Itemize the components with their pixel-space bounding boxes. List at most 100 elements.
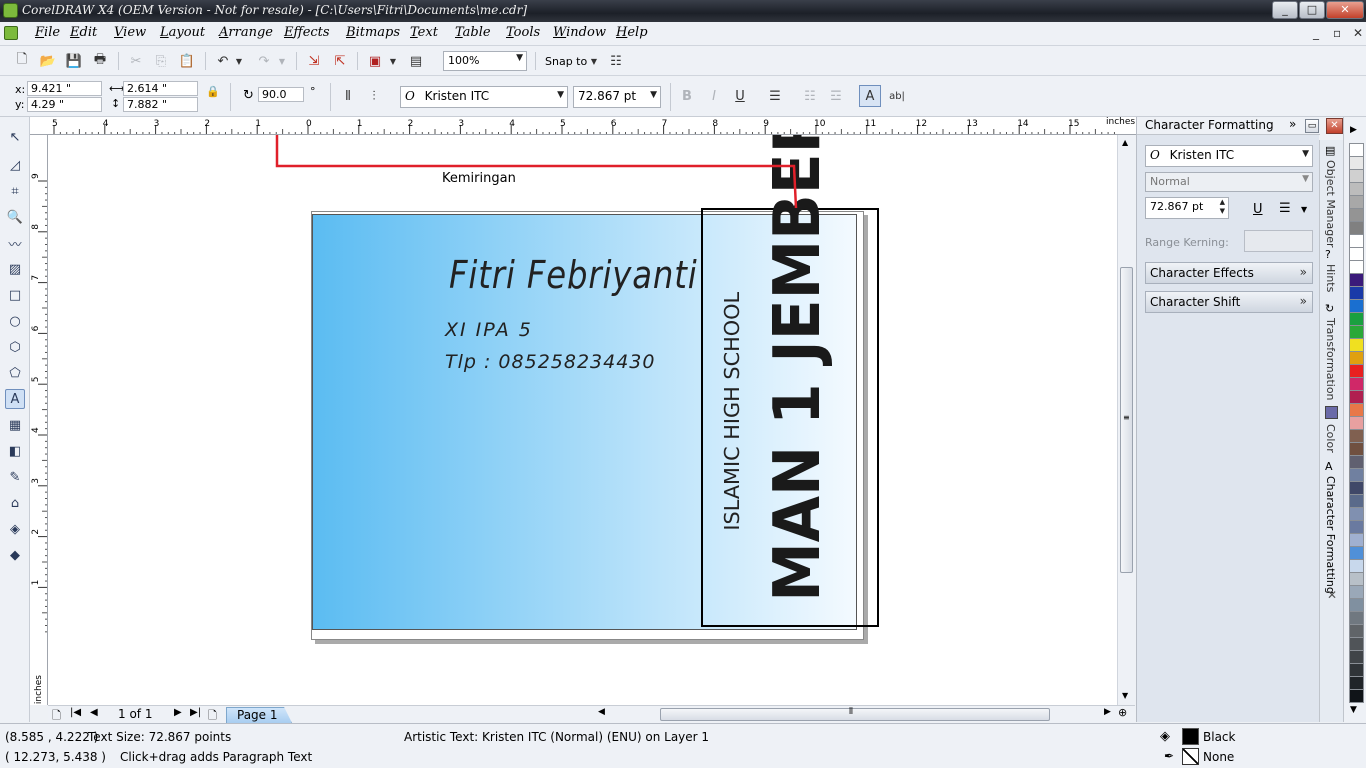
cut-icon[interactable]: ✂ [126, 51, 146, 71]
palette-swatch[interactable] [1349, 234, 1364, 248]
menu-help[interactable]: Help [616, 25, 648, 40]
palette-swatch[interactable] [1349, 338, 1364, 352]
scroll-up-icon[interactable]: ▲ [1122, 138, 1128, 147]
undo-icon[interactable]: ↶ [213, 51, 233, 71]
fill-tool-icon[interactable]: ◈ [5, 519, 25, 539]
snap-to-button[interactable]: Snap to [545, 55, 587, 68]
outline-tool-icon[interactable]: ⌂ [5, 493, 25, 513]
horizontal-ruler[interactable]: 5 4 3 2 1 0 1 2 3 4 5 6 7 8 9 10 11 12 13 14 15 inches [30, 117, 1136, 135]
bullets-icon[interactable]: ☷ [800, 86, 820, 106]
palette-swatch[interactable] [1349, 481, 1364, 495]
vertical-scroll-thumb[interactable]: ≡ [1120, 267, 1133, 573]
doc-close-icon[interactable]: ✕ [1353, 26, 1363, 40]
options-icon[interactable]: ☷ [606, 51, 626, 71]
scroll-left-icon[interactable]: ◀ [598, 707, 605, 717]
import-icon[interactable]: ⇲ [304, 51, 324, 71]
redo-dropdown-icon[interactable]: ▼ [276, 51, 288, 71]
text-align-icon[interactable]: ☰ [765, 86, 785, 106]
palette-swatch[interactable] [1349, 598, 1364, 612]
shape-tool-icon[interactable]: ◿ [5, 155, 25, 175]
interactive-blend-tool-icon[interactable]: ◧ [5, 441, 25, 461]
application-launcher-icon[interactable]: ▣ [365, 51, 385, 71]
minimize-button[interactable]: _ [1272, 1, 1298, 19]
new-document-icon[interactable]: 🗋 [12, 51, 32, 71]
palette-swatch[interactable] [1349, 676, 1364, 690]
tab-hints[interactable]: Hints [1324, 264, 1337, 292]
bold-icon[interactable]: B [677, 86, 697, 106]
first-page-icon[interactable]: |◀ [70, 707, 81, 718]
docker-align-dropdown-icon[interactable]: ▼ [1301, 205, 1307, 214]
menu-tools[interactable]: Tools [506, 25, 540, 40]
character-shift-section[interactable]: Character Shift » [1145, 291, 1313, 313]
zoom-level-select[interactable]: 100% ▼ [443, 51, 527, 71]
palette-swatch[interactable] [1349, 195, 1364, 209]
page-tab[interactable]: Page 1 [226, 707, 292, 723]
palette-scroll-down-icon[interactable]: ▼ [1350, 705, 1357, 715]
palette-swatch[interactable] [1349, 520, 1364, 534]
palette-swatch[interactable] [1349, 143, 1364, 157]
menu-file[interactable]: File [35, 25, 60, 40]
text-properties-icon[interactable]: A [859, 85, 881, 107]
pick-tool-icon[interactable]: ↖ [5, 127, 25, 147]
width-field[interactable]: 2.614 " [123, 81, 198, 96]
palette-swatch[interactable] [1349, 247, 1364, 261]
rotation-angle-field[interactable]: 90.0 [258, 87, 304, 102]
welcome-screen-icon[interactable]: ▤ [406, 51, 426, 71]
palette-swatch[interactable] [1349, 572, 1364, 586]
freehand-tool-icon[interactable]: 〰 [5, 233, 25, 253]
palette-swatch[interactable] [1349, 208, 1364, 222]
vertical-scrollbar[interactable]: ▲ ≡ ▼ [1117, 135, 1135, 705]
italic-icon[interactable]: I [704, 86, 724, 106]
palette-swatch[interactable] [1349, 156, 1364, 170]
drawing-canvas[interactable]: Fitri Febriyanti XI IPA 5 Tlp : 08525823… [48, 135, 1117, 705]
palette-swatch[interactable] [1349, 403, 1364, 417]
menu-effects[interactable]: Effects [284, 25, 330, 40]
palette-swatch[interactable] [1349, 182, 1364, 196]
palette-swatch[interactable] [1349, 351, 1364, 365]
horizontal-scroll-thumb[interactable]: ⦀ [660, 707, 1050, 721]
eyedropper-tool-icon[interactable]: ✎ [5, 467, 25, 487]
save-icon[interactable]: 💾 [64, 51, 84, 71]
interactive-fill-tool-icon[interactable]: ◆ [5, 545, 25, 565]
navigator-zoom-icon[interactable]: ⊕ [1118, 706, 1127, 719]
palette-swatch[interactable] [1349, 260, 1364, 274]
palette-swatch[interactable] [1349, 494, 1364, 508]
spinner-icon[interactable]: ▲ ▼ [1220, 198, 1225, 216]
mirror-horizontal-icon[interactable]: ⫴ [338, 86, 358, 106]
palette-swatch[interactable] [1349, 637, 1364, 651]
redo-icon[interactable]: ↷ [254, 51, 274, 71]
palette-scroll-up-icon[interactable]: ▶ [1350, 125, 1357, 135]
font-size-select[interactable]: 72.867 pt ▼ [573, 86, 661, 108]
font-list-select[interactable]: O Kristen ITC ▼ [400, 86, 568, 108]
docker-size-field[interactable]: 72.867 pt ▲ ▼ [1145, 197, 1229, 219]
palette-swatch[interactable] [1349, 390, 1364, 404]
outline-color-swatch[interactable] [1182, 748, 1199, 765]
palette-swatch[interactable] [1349, 546, 1364, 560]
palette-swatch[interactable] [1349, 273, 1364, 287]
drop-cap-icon[interactable]: ☲ [826, 86, 846, 106]
x-position-field[interactable]: 9.421 " [27, 81, 102, 96]
menu-layout[interactable]: Layout [160, 25, 205, 40]
close-tab-icon[interactable]: ✕ [1327, 588, 1337, 602]
docker-style-select[interactable]: Normal ▼ [1145, 172, 1313, 192]
palette-swatch[interactable] [1349, 689, 1364, 703]
palette-swatch[interactable] [1349, 468, 1364, 482]
palette-swatch[interactable] [1349, 507, 1364, 521]
export-icon[interactable]: ⇱ [330, 51, 350, 71]
palette-swatch[interactable] [1349, 169, 1364, 183]
mirror-vertical-icon[interactable]: ⫶ [364, 86, 384, 106]
launcher-dropdown-icon[interactable]: ▼ [387, 51, 399, 71]
snap-to-dropdown-icon[interactable]: ▼ [588, 51, 600, 71]
tab-transformation[interactable]: Transformation [1324, 318, 1337, 401]
menu-text[interactable]: Text [410, 25, 438, 40]
docker-font-select[interactable]: O Kristen ITC ▼ [1145, 145, 1313, 167]
palette-swatch[interactable] [1349, 312, 1364, 326]
palette-swatch[interactable] [1349, 611, 1364, 625]
rectangle-tool-icon[interactable]: □ [5, 285, 25, 305]
ellipse-tool-icon[interactable]: ○ [5, 311, 25, 331]
palette-swatch[interactable] [1349, 377, 1364, 391]
basic-shapes-tool-icon[interactable]: ⬠ [5, 363, 25, 383]
close-button[interactable]: ✕ [1326, 1, 1364, 19]
palette-swatch[interactable] [1349, 364, 1364, 378]
copy-icon[interactable]: ⎘ [151, 51, 171, 71]
